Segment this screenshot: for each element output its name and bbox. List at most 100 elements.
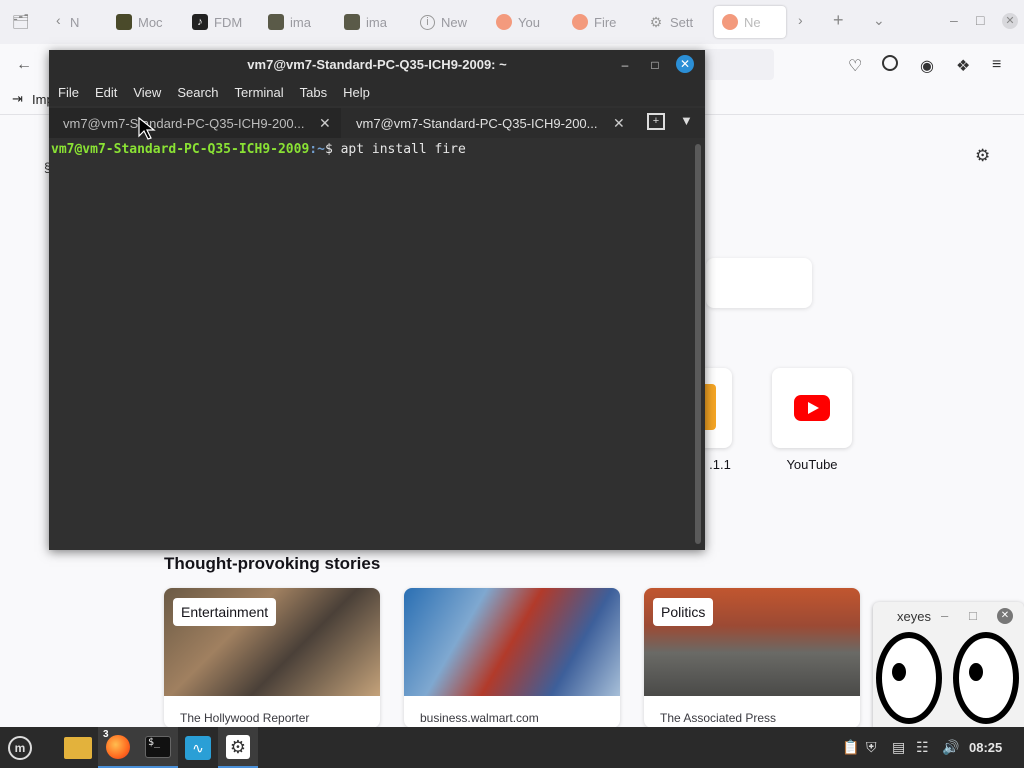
close-icon[interactable]: ✕: [676, 55, 694, 73]
gear-icon: ⚙: [226, 734, 250, 759]
story-source: business.walmart.com: [420, 711, 539, 725]
minimize-icon[interactable]: –: [617, 57, 633, 73]
prompt-path: :~: [309, 142, 325, 157]
menu-edit[interactable]: Edit: [87, 80, 125, 106]
story-source: The Hollywood Reporter: [180, 711, 310, 725]
menu-icon[interactable]: ≡: [992, 56, 1001, 74]
firefox-icon: [722, 14, 738, 30]
story-card[interactable]: Politics The Associated Press: [644, 588, 860, 728]
clipboard-icon[interactable]: 📋: [842, 739, 859, 756]
tab-label: ima: [290, 14, 311, 30]
close-tab-icon[interactable]: ✕: [613, 115, 625, 132]
sync-icon[interactable]: [882, 55, 898, 71]
terminal-title: vm7@vm7-Standard-PC-Q35-ICH9-2009: ~: [247, 57, 507, 72]
image-thumb-icon: [116, 14, 132, 30]
firefox-icon: [496, 14, 512, 30]
new-tab-icon[interactable]: +: [833, 10, 844, 31]
taskbar: m 3 $_ ∿ ⚙ 📋 ⛨ ▤ ☷ 🔊 08:25: [0, 727, 1024, 768]
maximize-icon[interactable]: □: [647, 57, 663, 73]
taskbar-settings[interactable]: ⚙: [218, 727, 258, 768]
xeyes-title: xeyes: [897, 609, 931, 624]
chevron-left-icon[interactable]: ‹: [56, 12, 61, 28]
network-icon[interactable]: ☷: [916, 739, 929, 756]
window-count-badge: 3: [103, 729, 109, 740]
story-tag: Politics: [653, 598, 714, 626]
maximize-icon[interactable]: □: [969, 608, 977, 623]
tab-list-icon[interactable]: 🗂: [12, 13, 30, 30]
browser-tab[interactable]: ♪ FDM: [192, 6, 242, 38]
firefox-icon: [106, 734, 130, 759]
import-bookmarks-icon[interactable]: ⇥: [12, 91, 23, 107]
terminal-scrollbar[interactable]: [695, 144, 701, 544]
taskbar-terminal[interactable]: $_: [138, 727, 178, 768]
search-box[interactable]: [706, 258, 812, 308]
mouse-cursor-icon: [138, 117, 156, 140]
browser-tab[interactable]: N: [70, 6, 100, 38]
account-icon[interactable]: ◉: [920, 56, 934, 76]
taskbar-system-monitor[interactable]: ∿: [178, 727, 218, 768]
terminal-tab[interactable]: vm7@vm7-Standard-PC-Q35-ICH9-200... ✕: [343, 108, 635, 138]
shortcut-tile-youtube[interactable]: [772, 368, 852, 448]
taskbar-firefox[interactable]: 3: [98, 727, 138, 768]
extensions-icon[interactable]: ❖: [956, 56, 970, 76]
chevron-down-icon[interactable]: ⌄: [873, 12, 885, 29]
stories-title: Thought-provoking stories: [164, 554, 381, 573]
left-eye: [876, 632, 942, 724]
taskbar-files[interactable]: [58, 727, 98, 768]
browser-tab[interactable]: Moc: [116, 6, 168, 38]
browser-tab[interactable]: ima: [344, 6, 392, 38]
story-tag: Entertainment: [173, 598, 277, 626]
minimize-icon[interactable]: –: [950, 12, 958, 28]
menu-file[interactable]: File: [49, 80, 87, 106]
url-bar[interactable]: [700, 49, 774, 80]
menu-tabs[interactable]: Tabs: [292, 80, 335, 106]
browser-tab[interactable]: Fire: [572, 6, 622, 38]
image-thumb-icon: [268, 14, 284, 30]
new-tab-icon[interactable]: +: [647, 113, 665, 130]
left-pupil: [892, 663, 906, 681]
browser-tab[interactable]: You: [496, 6, 544, 38]
menu-view[interactable]: View: [125, 80, 169, 106]
browser-tab[interactable]: ⚙ Sett: [648, 6, 698, 38]
browser-tab-bar: 🗂 ‹ N Moc ♪ FDM ima ima i New You Fire ⚙…: [0, 0, 1024, 44]
chevron-right-icon[interactable]: ›: [798, 12, 803, 28]
tab-label: Sett: [670, 14, 694, 30]
image-thumb-icon: [344, 14, 360, 30]
browser-tab-active[interactable]: Ne: [714, 6, 786, 38]
volume-icon[interactable]: 🔊: [942, 739, 959, 756]
shield-icon[interactable]: ⛨: [866, 739, 877, 756]
xeyes-window[interactable]: xeyes – □ ✕: [873, 602, 1024, 728]
gear-icon[interactable]: ⚙: [975, 146, 990, 166]
story-card[interactable]: business.walmart.com: [404, 588, 620, 728]
clock[interactable]: 08:25: [969, 740, 1002, 755]
menu-terminal[interactable]: Terminal: [227, 80, 292, 106]
update-manager-icon[interactable]: ▤: [892, 739, 905, 756]
tab-dropdown-icon[interactable]: ▼: [680, 113, 693, 128]
story-card[interactable]: Entertainment The Hollywood Reporter: [164, 588, 380, 728]
terminal-titlebar[interactable]: vm7@vm7-Standard-PC-Q35-ICH9-2009: ~ – □…: [49, 50, 705, 80]
close-tab-icon[interactable]: ✕: [319, 115, 331, 132]
firefox-icon: [572, 14, 588, 30]
info-icon: i: [420, 14, 435, 30]
menu-search[interactable]: Search: [169, 80, 226, 106]
browser-tab[interactable]: i New: [420, 6, 470, 38]
back-arrow-icon[interactable]: ←: [16, 56, 32, 74]
maximize-icon[interactable]: □: [976, 12, 984, 28]
terminal-output[interactable]: vm7@vm7-Standard-PC-Q35-ICH9-2009:~$ apt…: [49, 138, 694, 550]
browser-tab[interactable]: ima: [268, 6, 314, 38]
minimize-icon[interactable]: –: [941, 608, 948, 623]
close-icon[interactable]: ✕: [997, 608, 1013, 624]
story-image: [404, 588, 620, 696]
terminal-tab-label: vm7@vm7-Standard-PC-Q35-ICH9-200...: [356, 115, 598, 131]
command-text: apt install fire: [340, 142, 466, 157]
pocket-icon[interactable]: ♡: [848, 56, 862, 76]
tab-label: Moc: [138, 14, 163, 30]
gear-icon: ⚙: [649, 13, 663, 30]
start-menu-button[interactable]: m: [0, 727, 40, 768]
close-icon[interactable]: ✕: [1002, 13, 1018, 29]
tab-label: Ne: [744, 14, 761, 30]
terminal-tab[interactable]: vm7@vm7-Standard-PC-Q35-ICH9-200... ✕: [49, 108, 341, 138]
tab-label: New: [441, 14, 468, 30]
right-eye: [953, 632, 1019, 724]
menu-help[interactable]: Help: [335, 80, 378, 106]
